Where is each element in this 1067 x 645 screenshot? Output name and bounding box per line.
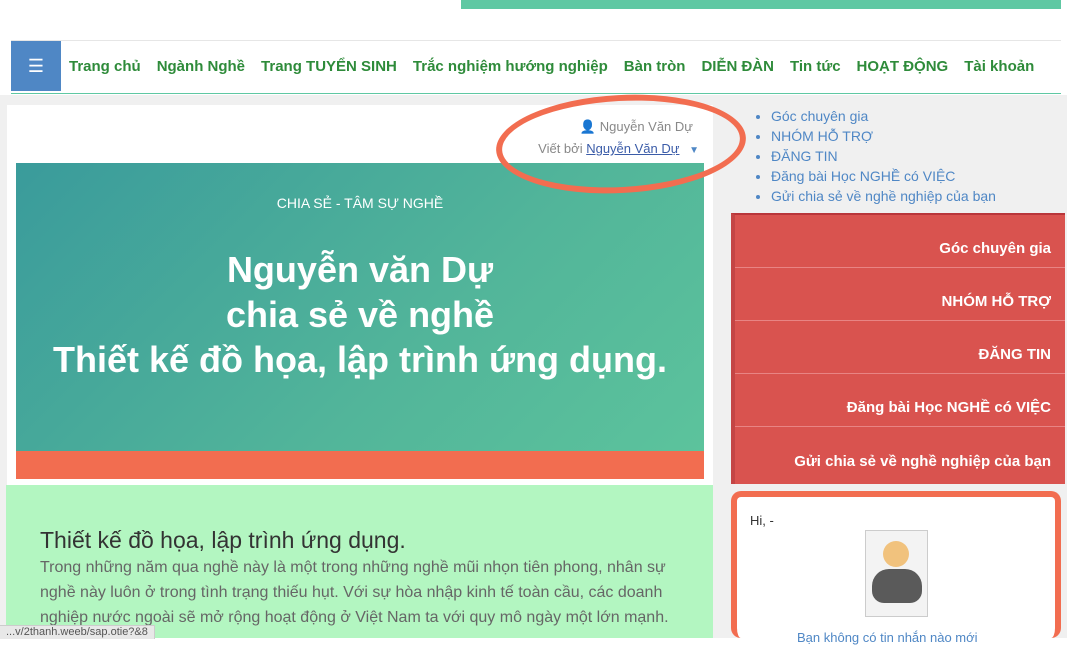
avatar-head-icon: [883, 541, 909, 567]
caret-down-icon[interactable]: ▼: [689, 145, 699, 156]
hero-bottom-bar: [16, 451, 704, 479]
sidebar-link-post[interactable]: ĐĂNG TIN: [771, 146, 996, 166]
nav-item-roundtable[interactable]: Bàn tròn: [624, 58, 686, 75]
sidebar-link-learn-job[interactable]: Đăng bài Học NGHỀ có VIỆC: [771, 166, 996, 186]
user-box: Hi, - Bạn không có tin nhắn nào mới: [731, 491, 1061, 645]
top-accent-strip: [461, 0, 1061, 9]
hero-kicker: CHIA SẺ - TÂM SỰ NGHỀ: [276, 195, 444, 211]
user-icon: 👤: [579, 119, 597, 134]
hamburger-icon: ☰: [27, 55, 45, 76]
nav-item-home[interactable]: Trang chủ: [69, 58, 141, 75]
nav-items: Trang chủ Ngành Nghề Trang TUYỂN SINH Tr…: [69, 41, 1050, 91]
section-title: Thiết kế đồ họa, lập trình ứng dụng.: [40, 527, 406, 553]
nav-item-career-quiz[interactable]: Trắc nghiệm hướng nghiệp: [413, 58, 608, 75]
article-card: 👤 Nguyễn Văn Dự Viết bởi Nguyễn Văn Dự ▼…: [7, 105, 713, 485]
red-menu-share[interactable]: Gửi chia sẻ về nghề nghiệp của bạn: [735, 427, 1065, 480]
nav-item-account[interactable]: Tài khoản: [964, 58, 1034, 75]
red-menu-support[interactable]: NHÓM HỖ TRỢ: [735, 268, 1065, 321]
sidebar-link-support[interactable]: NHÓM HỖ TRỢ: [771, 126, 996, 146]
hero-title-line1: Nguyễn văn Dự: [226, 249, 494, 290]
nav-item-admissions[interactable]: Trang TUYỂN SINH: [261, 58, 397, 75]
sidebar-link-list: Góc chuyên gia NHÓM HỖ TRỢ ĐĂNG TIN Đăng…: [758, 106, 996, 206]
avatar-body-icon: [872, 569, 922, 603]
author-name: Nguyễn Văn Dự: [599, 119, 693, 134]
byline-prefix: Viết bởi: [538, 141, 583, 156]
hero-title-line3: Thiết kế đồ họa, lập trình ứng dụng.: [52, 339, 668, 380]
byline: Viết bởi Nguyễn Văn Dự ▼: [538, 141, 699, 156]
sidebar-link-share[interactable]: Gửi chia sẻ về nghề nghiệp của bạn: [771, 186, 996, 206]
main-navbar: ☰ Trang chủ Ngành Nghề Trang TUYỂN SINH …: [11, 41, 1061, 94]
nav-item-activities[interactable]: HOẠT ĐỘNG: [857, 58, 949, 75]
hamburger-menu-button[interactable]: ☰: [11, 41, 61, 91]
user-greeting: Hi, -: [750, 513, 774, 528]
hero-title: Nguyễn văn Dự chia sẻ về nghề Thiết kế đ…: [16, 247, 704, 382]
section-body: Trong những năm qua nghề này là một tron…: [40, 559, 669, 626]
nav-item-careers[interactable]: Ngành Nghề: [157, 58, 245, 75]
author-line: 👤 Nguyễn Văn Dự: [580, 119, 693, 135]
byline-author-link[interactable]: Nguyễn Văn Dự: [586, 141, 679, 156]
red-menu-learn-job[interactable]: Đăng bài Học NGHỀ có VIỆC: [735, 374, 1065, 427]
red-menu-expert[interactable]: Góc chuyên gia: [735, 215, 1065, 268]
nav-item-news[interactable]: Tin tức: [790, 58, 841, 75]
avatar[interactable]: [865, 530, 928, 617]
article-body-panel: Thiết kế đồ họa, lập trình ứng dụng. Tro…: [6, 485, 713, 638]
sidebar-red-menu: Góc chuyên gia NHÓM HỖ TRỢ ĐĂNG TIN Đăng…: [731, 213, 1065, 484]
hero-banner: CHIA SẺ - TÂM SỰ NGHỀ Nguyễn văn Dự chia…: [16, 163, 704, 451]
sidebar-link-expert[interactable]: Góc chuyên gia: [771, 106, 996, 126]
nav-item-forum[interactable]: DIỄN ĐÀN: [701, 58, 774, 75]
status-bar-url: ...v/2thanh.weeb/sap.otie?&8: [0, 625, 155, 639]
hero-title-line2: chia sẻ về nghề: [225, 294, 495, 335]
red-menu-post[interactable]: ĐĂNG TIN: [735, 321, 1065, 374]
